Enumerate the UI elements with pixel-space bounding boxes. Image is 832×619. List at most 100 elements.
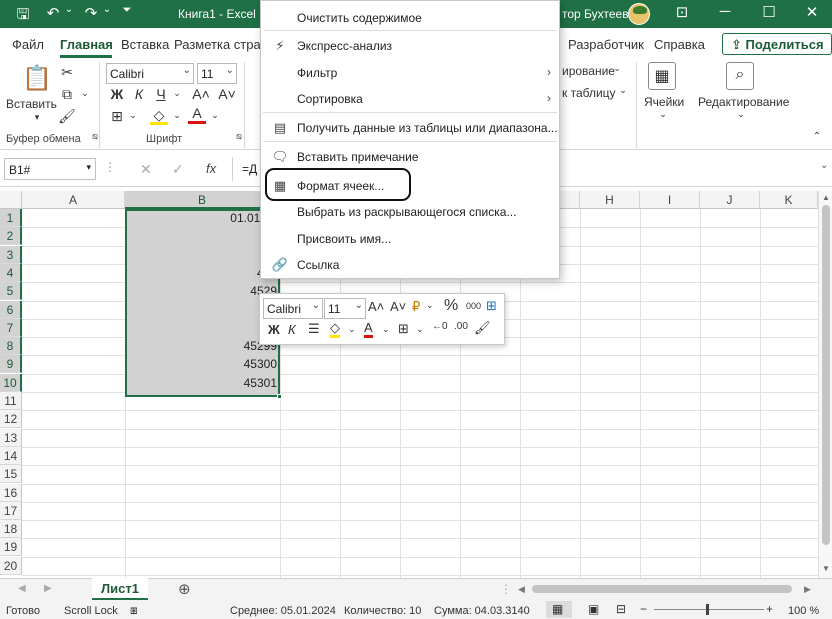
normal-view-icon[interactable]: ▦	[552, 602, 563, 616]
font-color-icon[interactable]: A	[188, 106, 206, 124]
avatar[interactable]	[628, 3, 650, 25]
row-header-3[interactable]: 3	[0, 245, 22, 264]
column-header-i[interactable]: I	[640, 191, 700, 209]
cell-b7[interactable]: 45	[127, 321, 277, 335]
font-size-combo[interactable]: 11 ⌄	[197, 63, 237, 84]
name-box[interactable]: B1# ▾	[4, 158, 96, 180]
row-header-11[interactable]: 11	[0, 392, 22, 410]
chevron-down-icon[interactable]: ⌄	[426, 300, 434, 311]
column-header-k[interactable]: K	[760, 191, 818, 209]
scroll-right-icon[interactable]: ▶	[804, 584, 811, 595]
cell-b5[interactable]: 4529	[127, 284, 277, 298]
scroll-left-icon[interactable]: ◀	[518, 584, 525, 595]
tab-page-layout[interactable]: Разметка стран	[174, 37, 268, 52]
font-color-dropdown-icon[interactable]: ⌄	[206, 110, 224, 121]
format-painter-icon[interactable]: 🖌	[474, 320, 491, 336]
cells-label[interactable]: Ячейки	[644, 95, 684, 109]
maximize-icon[interactable]: ☐	[754, 3, 784, 21]
cell-b8[interactable]: 45299	[127, 339, 277, 353]
cell-b3[interactable]: 45	[127, 248, 277, 262]
percent-button[interactable]: %	[444, 297, 458, 315]
prev-sheet-icon[interactable]: ◀	[18, 583, 26, 594]
zoom-out-icon[interactable]: −	[640, 602, 647, 616]
tab-help[interactable]: Справка	[654, 37, 705, 52]
row-header-13[interactable]: 13	[0, 428, 22, 447]
decrease-font-icon[interactable]: A˅	[390, 299, 406, 314]
underline-dropdown-icon[interactable]: ⌄	[168, 88, 186, 99]
page-break-view-icon[interactable]: ⊟	[616, 602, 626, 616]
customize-qat-icon[interactable]: ⏷	[116, 4, 138, 17]
fill-dropdown-icon[interactable]: ⌄	[168, 110, 186, 121]
copy-dropdown-icon[interactable]: ⌄	[76, 88, 94, 99]
menu-item-3[interactable]: Сортировка ›	[261, 87, 559, 111]
row-header-19[interactable]: 19	[0, 538, 22, 557]
scroll-down-icon[interactable]: ▼	[822, 564, 830, 573]
menu-item-1[interactable]: ⚡ Экспресс-анализ	[261, 34, 559, 58]
decrease-font-icon[interactable]: A˅	[218, 86, 236, 102]
tab-insert[interactable]: Вставка	[121, 37, 169, 52]
column-header-b[interactable]: B	[125, 191, 280, 209]
cell-b9[interactable]: 45300	[127, 357, 277, 371]
paste-dropdown-icon[interactable]: ▾	[28, 112, 46, 123]
scrollbar-thumb[interactable]	[822, 205, 830, 545]
fill-color-icon[interactable]: ◇	[150, 108, 168, 125]
chevron-down-icon[interactable]: ⌄	[732, 109, 750, 120]
menu-item-0[interactable]: Очистить содержимое	[261, 6, 559, 30]
increase-font-icon[interactable]: A˄	[192, 86, 210, 102]
thousands-button[interactable]: 000	[466, 301, 481, 311]
align-center-icon[interactable]: ☰	[308, 321, 320, 337]
row-header-9[interactable]: 9	[0, 355, 22, 374]
minimize-icon[interactable]: ─	[710, 3, 740, 20]
user-name[interactable]: тор Бухтеев	[562, 7, 629, 21]
chevron-down-icon[interactable]: ⌄	[348, 324, 356, 335]
menu-item-7[interactable]: Выбрать из раскрывающегося списка...	[261, 200, 559, 224]
next-sheet-icon[interactable]: ▶	[44, 583, 52, 594]
clipboard-launcher-icon[interactable]: ⧅	[86, 131, 104, 142]
save-icon[interactable]: 🖫	[12, 4, 34, 29]
menu-item-8[interactable]: Присвоить имя...	[261, 227, 559, 251]
tab-home[interactable]: Главная	[60, 37, 113, 52]
row-header-20[interactable]: 20	[0, 556, 22, 575]
increase-decimal-icon[interactable]: ←0	[432, 321, 448, 332]
menu-item-9[interactable]: 🔗 Ссылка	[261, 253, 559, 277]
sheet-tab-active[interactable]: Лист1	[92, 578, 148, 600]
scroll-up-icon[interactable]: ▲	[822, 193, 830, 202]
insert-function-icon[interactable]: fx	[206, 161, 216, 176]
cell-b1[interactable]: 01.01.20	[127, 211, 277, 225]
row-header-14[interactable]: 14	[0, 446, 22, 465]
row-header-12[interactable]: 12	[0, 410, 22, 429]
editing-label[interactable]: Редактирование	[698, 95, 789, 109]
row-header-4[interactable]: 4	[0, 263, 22, 282]
cell-b6[interactable]: 45	[127, 303, 277, 317]
italic-button[interactable]: К	[130, 86, 148, 102]
row-header-8[interactable]: 8	[0, 337, 22, 356]
cells-icon[interactable]: ▦	[648, 62, 676, 90]
fill-color-icon[interactable]: ◇	[330, 321, 340, 338]
ribbon-display-icon[interactable]: ⊡	[667, 3, 697, 21]
cell-b10[interactable]: 45301	[127, 376, 277, 390]
merge-center-icon[interactable]: ⊞	[486, 298, 497, 314]
row-header-2[interactable]: 2	[0, 227, 22, 246]
add-sheet-icon[interactable]: ⊕	[178, 580, 191, 598]
zoom-slider[interactable]	[654, 609, 764, 610]
enter-icon[interactable]: ✓	[172, 161, 184, 178]
format-painter-icon[interactable]: 🖌	[58, 108, 76, 125]
row-header-16[interactable]: 16	[0, 483, 22, 502]
accessibility-icon[interactable]: ⧆	[130, 603, 138, 618]
zoom-slider-thumb[interactable]	[706, 604, 709, 615]
chevron-down-icon[interactable]: ⌄	[608, 63, 626, 74]
format-as-table-label[interactable]: к таблицу	[562, 86, 616, 100]
search-icon[interactable]: ⌕	[726, 62, 754, 90]
borders-icon[interactable]: ⊞	[398, 321, 409, 337]
share-button[interactable]: ⇪ Поделиться	[722, 33, 832, 55]
mini-size-combo[interactable]: 11 ⌄	[324, 298, 366, 319]
select-all-button[interactable]	[0, 191, 22, 209]
page-layout-view-icon[interactable]: ▣	[588, 602, 599, 616]
row-header-5[interactable]: 5	[0, 282, 22, 301]
cut-icon[interactable]: ✂	[58, 64, 76, 81]
column-header-h[interactable]: H	[580, 191, 640, 209]
row-header-17[interactable]: 17	[0, 501, 22, 520]
bold-button[interactable]: Ж	[108, 86, 126, 102]
formula-input[interactable]: =Д	[242, 162, 257, 176]
chevron-down-icon[interactable]: ⌄	[416, 324, 424, 335]
